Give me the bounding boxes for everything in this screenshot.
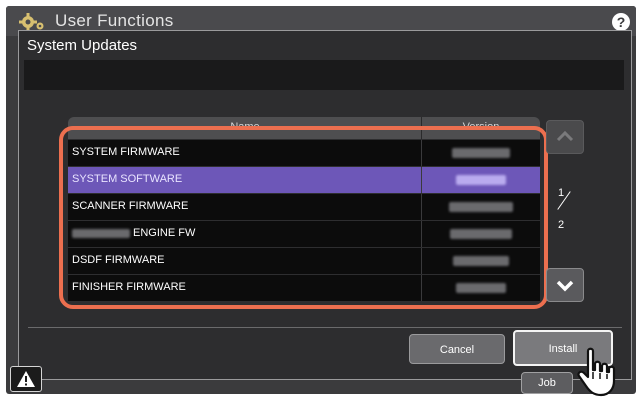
chevron-up-icon xyxy=(556,130,574,142)
warning-icon xyxy=(17,371,35,387)
dialog-title: System Updates xyxy=(27,37,138,54)
job-status-button[interactable]: Job xyxy=(521,372,573,394)
callout-outline xyxy=(59,126,548,309)
page-down-button[interactable] xyxy=(546,268,584,302)
page-current: 1 xyxy=(558,187,565,199)
page-up-button[interactable] xyxy=(546,120,584,154)
app-title: User Functions xyxy=(55,11,174,30)
chevron-down-icon xyxy=(556,280,574,292)
cancel-button[interactable]: Cancel xyxy=(409,334,505,364)
dialog-separator xyxy=(28,327,622,328)
help-icon[interactable]: ? xyxy=(612,13,630,31)
message-bar xyxy=(24,60,624,90)
pointing-hand-icon xyxy=(577,347,616,397)
warning-button[interactable] xyxy=(10,366,42,392)
page-total: 2 xyxy=(558,219,565,231)
